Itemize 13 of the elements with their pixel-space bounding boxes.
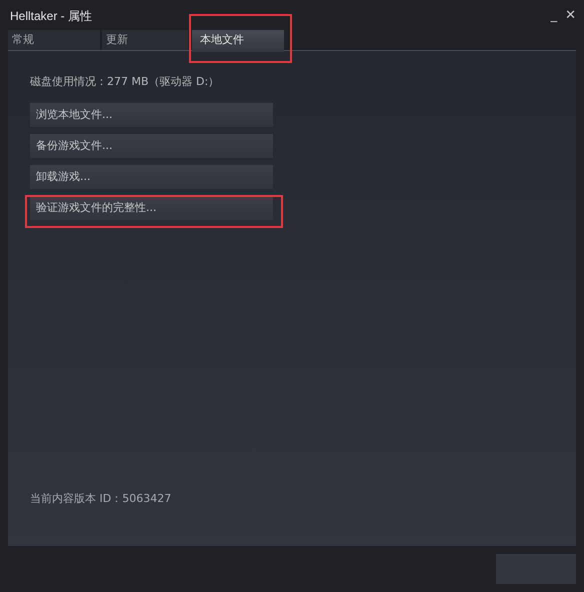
close-button[interactable]: ✕ — [565, 9, 576, 23]
build-id-text: 当前内容版本 ID：5063427 — [30, 491, 172, 506]
minimize-button[interactable]: _ — [550, 9, 558, 23]
disk-usage-text: 磁盘使用情况：277 MB（驱动器 D:） — [30, 75, 220, 89]
tab[interactable]: 更新 — [102, 30, 188, 50]
action-button[interactable]: 验证游戏文件的完整性... — [30, 196, 273, 220]
tab[interactable]: 常规 — [8, 30, 100, 50]
action-button[interactable]: 备份游戏文件... — [30, 134, 273, 158]
tab[interactable]: 本地文件 — [192, 30, 284, 52]
action-button[interactable]: 卸载游戏... — [30, 165, 273, 189]
dialog-button[interactable] — [496, 554, 576, 584]
action-button[interactable]: 浏览本地文件... — [30, 103, 273, 127]
window-title: Helltaker - 属性 — [9, 8, 92, 24]
